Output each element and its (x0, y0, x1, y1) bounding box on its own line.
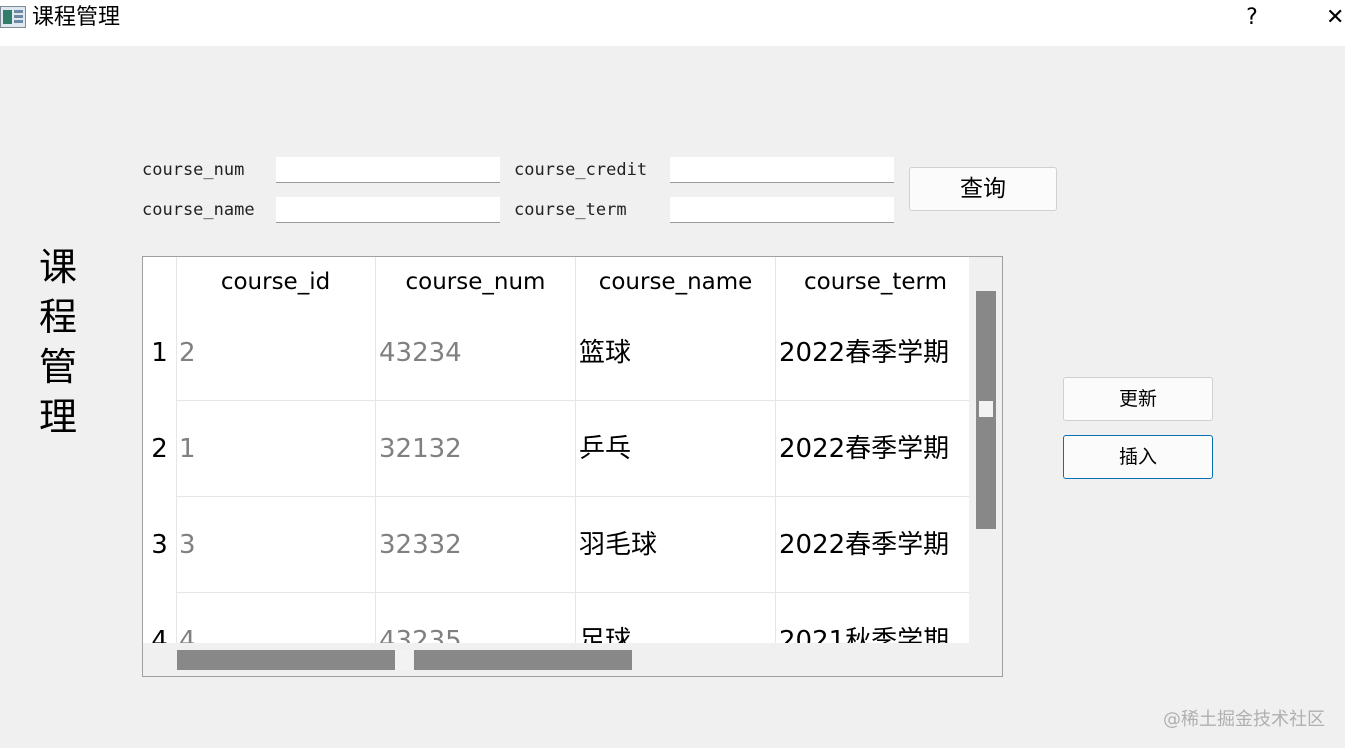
insert-button[interactable]: 插入 (1063, 435, 1213, 479)
table-row: 1 32132 乒乓 2022春季学期 (176, 401, 969, 497)
table-row: 2 43234 篮球 2022春季学期 (176, 305, 969, 401)
cell-course-term[interactable]: 2021秋季学期 (776, 593, 969, 643)
row-header[interactable]: 1 (143, 305, 176, 401)
table-row: 3 32332 羽毛球 2022春季学期 (176, 497, 969, 593)
horizontal-scrollbar-track-right[interactable] (414, 650, 632, 670)
row-header[interactable]: 4 (143, 593, 176, 643)
course-term-input[interactable] (670, 197, 894, 223)
table-viewport: 1 2 3 4 course_id course_num course_name… (143, 257, 969, 643)
cell-course-name[interactable]: 篮球 (576, 305, 776, 401)
cell-course-num[interactable]: 32332 (376, 497, 576, 593)
title-bar: 课程管理 ? ✕ (0, 0, 1345, 46)
window-title: 课程管理 (32, 5, 121, 30)
horizontal-scrollbar-handle[interactable] (395, 650, 413, 670)
column-header-course-num[interactable]: course_num (376, 257, 576, 305)
row-header[interactable]: 2 (143, 401, 176, 497)
course-term-label: course_term (514, 200, 627, 220)
watermark: @稀土掘金技术社区 (1163, 709, 1325, 730)
course-num-input[interactable] (276, 157, 500, 183)
cell-course-term[interactable]: 2022春季学期 (776, 305, 969, 401)
cell-course-num[interactable]: 43235 (376, 593, 576, 643)
cell-course-id[interactable]: 2 (176, 305, 376, 401)
column-header-course-id[interactable]: course_id (176, 257, 376, 305)
query-button[interactable]: 查询 (909, 167, 1057, 211)
table-corner (143, 257, 176, 305)
cell-course-id[interactable]: 1 (176, 401, 376, 497)
side-title-char: 管 (38, 345, 77, 389)
cell-course-term[interactable]: 2022春季学期 (776, 401, 969, 497)
side-title-char: 课 (38, 245, 77, 289)
column-header-course-name[interactable]: course_name (576, 257, 776, 305)
cell-course-name[interactable]: 足球 (576, 593, 776, 643)
cell-course-name[interactable]: 乒乓 (576, 401, 776, 497)
vertical-scrollbar-handle[interactable] (979, 401, 993, 417)
close-button[interactable]: ✕ (1326, 2, 1345, 34)
row-header[interactable]: 3 (143, 497, 176, 593)
course-name-label: course_name (142, 200, 255, 220)
update-button[interactable]: 更新 (1063, 377, 1213, 421)
app-icon (0, 6, 26, 28)
cell-course-term[interactable]: 2022春季学期 (776, 497, 969, 593)
course-num-label: course_num (142, 160, 245, 180)
cell-course-name[interactable]: 羽毛球 (576, 497, 776, 593)
row-header-column: 1 2 3 4 (143, 257, 177, 643)
side-title: 课 程 管 理 (36, 242, 80, 442)
course-credit-label: course_credit (514, 160, 648, 180)
course-name-input[interactable] (276, 197, 500, 223)
side-title-char: 理 (38, 395, 77, 439)
course-table[interactable]: 1 2 3 4 course_id course_num course_name… (142, 256, 1003, 677)
cell-course-id[interactable]: 4 (176, 593, 376, 643)
table-row: 4 43235 足球 2021秋季学期 (176, 593, 969, 643)
horizontal-scrollbar-track-left[interactable] (177, 650, 395, 670)
help-button[interactable]: ? (1240, 2, 1264, 34)
cell-course-id[interactable]: 3 (176, 497, 376, 593)
column-header-course-term[interactable]: course_term (776, 257, 969, 305)
side-title-char: 程 (38, 295, 77, 339)
cell-course-num[interactable]: 32132 (376, 401, 576, 497)
cell-course-num[interactable]: 43234 (376, 305, 576, 401)
course-credit-input[interactable] (670, 157, 894, 183)
